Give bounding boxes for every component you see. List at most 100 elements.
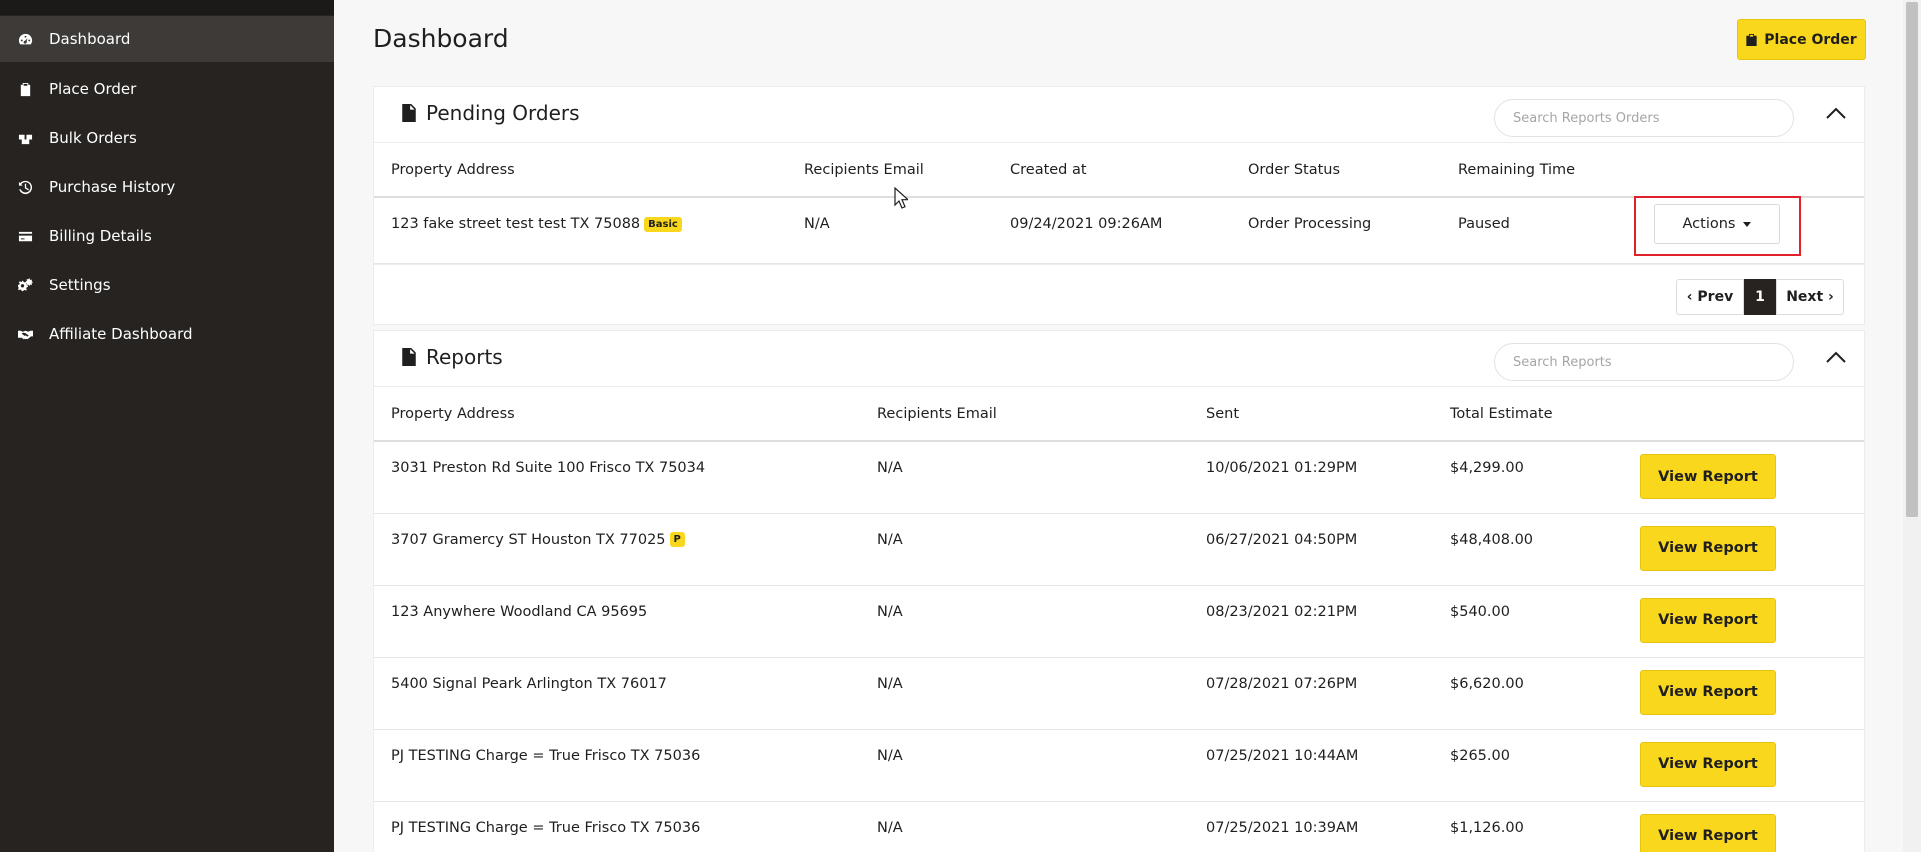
sidebar: Dashboard Place Order Bulk Orders Purcha… (0, 0, 334, 852)
view-report-button[interactable]: View Report (1640, 597, 1776, 643)
column-header (1623, 387, 1864, 442)
scrollbar-thumb[interactable] (1906, 2, 1918, 517)
cell-sent: 07/25/2021 10:39AM (1189, 801, 1433, 852)
column-header: Sent (1189, 387, 1433, 442)
cell-address: PJ TESTING Charge = True Frisco TX 75036 (374, 801, 860, 852)
table-row: 5400 Signal Peark Arlington TX 76017 N/A… (374, 657, 1864, 730)
actions-dropdown-button[interactable]: Actions (1654, 204, 1780, 244)
cell-total: $1,126.00 (1433, 801, 1623, 852)
cell-email: N/A (860, 729, 1189, 802)
table-row: PJ TESTING Charge = True Frisco TX 75036… (374, 801, 1864, 852)
cell-total: $540.00 (1433, 585, 1623, 658)
pending-orders-header: Pending Orders (374, 87, 1864, 143)
column-header: Property Address (374, 143, 787, 198)
prev-page-button[interactable]: ‹ Prev (1676, 278, 1744, 315)
reports-header: Reports (374, 331, 1864, 387)
cell-sent: 07/28/2021 07:26PM (1189, 657, 1433, 730)
plan-badge: Basic (644, 216, 682, 232)
sidebar-item-dashboard[interactable]: Dashboard (0, 16, 334, 62)
cell-address: 123 Anywhere Woodland CA 95695 (374, 585, 860, 658)
sidebar-item-billing-details[interactable]: Billing Details (0, 213, 334, 259)
cell-sent: 07/25/2021 10:44AM (1189, 729, 1433, 802)
cell-action: View Report (1623, 801, 1864, 852)
search-pending-orders-input[interactable] (1494, 99, 1794, 137)
cell-email: N/A (860, 801, 1189, 852)
cell-address: 3031 Preston Rd Suite 100 Frisco TX 7503… (374, 441, 860, 514)
collapse-reports-icon[interactable] (1826, 349, 1850, 369)
cell-remaining: Paused (1441, 197, 1625, 264)
sidebar-item-label: Place Order (49, 80, 137, 98)
search-reports-input[interactable] (1494, 343, 1794, 381)
sidebar-item-settings[interactable]: Settings (0, 262, 334, 308)
caret-down-icon (1743, 221, 1752, 227)
cell-address: 123 fake street test test TX 75088 Basic (374, 197, 787, 264)
column-header: Recipients Email (787, 143, 993, 198)
cell-email: N/A (860, 657, 1189, 730)
gears-icon (16, 276, 34, 294)
cell-total: $6,620.00 (1433, 657, 1623, 730)
view-report-button[interactable]: View Report (1640, 454, 1776, 499)
cell-action: View Report (1623, 513, 1864, 586)
table-header-row: Property Address Recipients Email Create… (374, 143, 1864, 198)
sidebar-item-label: Billing Details (49, 227, 152, 245)
sidebar-item-label: Affiliate Dashboard (49, 325, 193, 343)
sidebar-item-label: Purchase History (49, 178, 176, 196)
sidebar-item-affiliate-dashboard[interactable]: Affiliate Dashboard (0, 311, 334, 357)
cell-action: View Report (1623, 441, 1864, 514)
view-report-button[interactable]: View Report (1640, 741, 1776, 787)
reports-title: Reports (402, 345, 503, 369)
boxes-icon (16, 129, 34, 147)
handshake-icon (16, 325, 34, 343)
pagination: ‹ Prev 1 Next › (1676, 278, 1844, 315)
view-report-button[interactable]: View Report (1640, 813, 1776, 852)
table-row: 123 fake street test test TX 75088 Basic … (374, 196, 1864, 264)
reports-card: Reports Property Address Recipients Emai… (373, 330, 1865, 852)
view-report-button[interactable]: View Report (1640, 669, 1776, 715)
column-header: Created at (993, 143, 1231, 198)
collapse-pending-orders-icon[interactable] (1826, 105, 1850, 125)
cell-action: View Report (1623, 729, 1864, 802)
cell-total: $4,299.00 (1433, 441, 1623, 514)
column-header: Total Estimate (1433, 387, 1623, 442)
pending-orders-card: Pending Orders Property Address Recipien… (373, 86, 1865, 325)
page-scrollbar[interactable] (1903, 0, 1921, 852)
table-row: 3031 Preston Rd Suite 100 Frisco TX 7503… (374, 441, 1864, 514)
cell-actions: Actions (1625, 196, 1864, 264)
tachometer-icon (16, 30, 34, 48)
cell-created: 09/24/2021 09:26AM (993, 197, 1231, 264)
sidebar-item-place-order[interactable]: Place Order (0, 66, 334, 112)
sidebar-item-purchase-history[interactable]: Purchase History (0, 164, 334, 210)
table-row: 123 Anywhere Woodland CA 95695 N/A 08/23… (374, 585, 1864, 658)
cell-status: Order Processing (1231, 197, 1441, 264)
table-row: PJ TESTING Charge = True Frisco TX 75036… (374, 729, 1864, 802)
cell-total: $48,408.00 (1433, 513, 1623, 586)
clipboard-icon (16, 80, 34, 98)
cell-email: N/A (860, 585, 1189, 658)
page-1-button[interactable]: 1 (1744, 278, 1776, 315)
cell-address: 3707 Gramercy ST Houston TX 77025 P (374, 513, 860, 586)
sidebar-item-label: Dashboard (49, 30, 131, 48)
table-header-row: Property Address Recipients Email Sent T… (374, 387, 1864, 442)
pagination-row: ‹ Prev 1 Next › (374, 263, 1864, 324)
mouse-cursor-icon (894, 187, 908, 209)
cell-address: 5400 Signal Peark Arlington TX 76017 (374, 657, 860, 730)
page-title: Dashboard (373, 24, 509, 53)
clipboard-icon (1746, 33, 1757, 46)
next-page-button[interactable]: Next › (1776, 278, 1844, 315)
cell-total: $265.00 (1433, 729, 1623, 802)
place-order-button[interactable]: Place Order (1737, 19, 1866, 60)
reports-table: Property Address Recipients Email Sent T… (374, 387, 1864, 852)
cell-email: N/A (787, 197, 993, 264)
column-header: Order Status (1231, 143, 1441, 198)
cell-address: PJ TESTING Charge = True Frisco TX 75036 (374, 729, 860, 802)
sidebar-topbar (0, 0, 334, 15)
document-icon (402, 104, 416, 122)
cell-sent: 10/06/2021 01:29PM (1189, 441, 1433, 514)
pending-orders-title: Pending Orders (402, 101, 580, 125)
view-report-button[interactable]: View Report (1640, 525, 1776, 571)
pending-orders-table: Property Address Recipients Email Create… (374, 143, 1864, 264)
column-header (1625, 143, 1864, 198)
table-row: 3707 Gramercy ST Houston TX 77025 P N/A 0… (374, 513, 1864, 586)
column-header: Remaining Time (1441, 143, 1625, 198)
sidebar-item-bulk-orders[interactable]: Bulk Orders (0, 115, 334, 161)
